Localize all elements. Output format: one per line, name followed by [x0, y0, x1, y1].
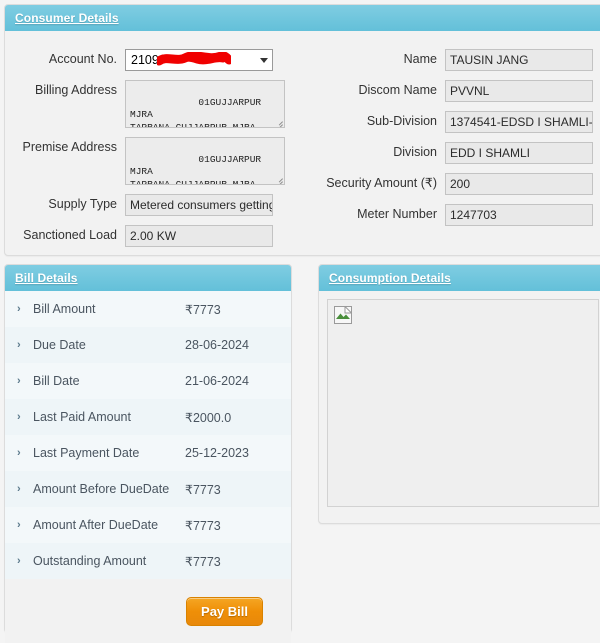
- field-label-name: Name: [403, 52, 437, 66]
- chevron-right-icon: ›: [17, 375, 21, 387]
- consumer-left-column: Account No. 2109 Billing Address 01GUJJA…: [5, 49, 297, 256]
- chevron-right-icon: ›: [17, 339, 21, 351]
- chevron-down-icon: [260, 57, 268, 63]
- bill-row-label: Due Date: [33, 338, 86, 352]
- bill-details-body: › Bill Amount ₹7773 › Due Date 28-06-202…: [5, 291, 291, 643]
- field-label-billing-address: Billing Address: [35, 83, 117, 97]
- sanctioned-load-input[interactable]: 2.00 KW: [125, 225, 273, 247]
- meter-number-input[interactable]: 1247703: [445, 204, 593, 226]
- field-label-discom-name: Discom Name: [358, 83, 438, 97]
- bill-row-value: 28-06-2024: [185, 338, 249, 352]
- field-billing-address: Billing Address 01GUJJARPUR MJRA TAPRANA…: [5, 80, 297, 128]
- field-label-sanctioned-load: Sanctioned Load: [23, 228, 117, 242]
- chevron-right-icon: ›: [17, 519, 21, 531]
- chevron-right-icon: ›: [17, 303, 21, 315]
- consumer-right-column: Name TAUSIN JANG Discom Name PVVNL Sub-D…: [297, 49, 597, 256]
- sub-division-input[interactable]: 1374541-EDSD I SHAMLI-I: [445, 111, 593, 133]
- bill-row-value: ₹7773: [185, 554, 221, 569]
- bill-details-title: Bill Details: [15, 271, 78, 285]
- table-row: › Amount Before DueDate ₹7773: [5, 471, 291, 507]
- broken-image-icon: [334, 306, 352, 324]
- field-sub-division: Sub-Division 1374541-EDSD I SHAMLI-I: [297, 111, 597, 133]
- consumption-details-panel: Consumption Details: [318, 264, 600, 524]
- field-supply-type: Supply Type Metered consumers getting: [5, 194, 297, 216]
- supply-type-input[interactable]: Metered consumers getting: [125, 194, 273, 216]
- bill-footer: Pay Bill: [5, 579, 291, 643]
- account-no-value: 2109: [131, 53, 159, 67]
- resize-grip-icon[interactable]: [274, 117, 283, 127]
- table-row: › Last Paid Amount ₹2000.0: [5, 399, 291, 435]
- bill-row-label: Last Payment Date: [33, 446, 140, 460]
- field-meter-number: Meter Number 1247703: [297, 204, 597, 226]
- consumption-details-body: [319, 291, 600, 515]
- field-division: Division EDD I SHAMLI: [297, 142, 597, 164]
- field-label-premise-address: Premise Address: [22, 140, 117, 154]
- field-label-meter-number: Meter Number: [357, 207, 437, 221]
- field-label-security-amount: Security Amount (₹): [326, 176, 437, 190]
- bill-row-value: ₹7773: [185, 302, 221, 317]
- field-account-no: Account No. 2109: [5, 49, 297, 71]
- chevron-right-icon: ›: [17, 411, 21, 423]
- bill-details-panel: Bill Details › Bill Amount ₹7773 › Due D…: [4, 264, 292, 643]
- bill-row-value: ₹7773: [185, 482, 221, 497]
- redaction-mark: [157, 52, 231, 66]
- consumer-details-panel: Consumer Details Account No. 2109 Billin…: [4, 4, 600, 256]
- consumption-details-title: Consumption Details: [329, 271, 451, 285]
- field-label-account-no: Account No.: [48, 52, 117, 66]
- bill-row-value: ₹2000.0: [185, 410, 232, 425]
- chevron-right-icon: ›: [17, 483, 21, 495]
- table-row: › Outstanding Amount ₹7773: [5, 543, 291, 579]
- account-no-select[interactable]: 2109: [125, 49, 273, 71]
- bill-details-header: Bill Details: [5, 265, 291, 291]
- table-row: › Due Date 28-06-2024: [5, 327, 291, 363]
- discom-name-input[interactable]: PVVNL: [445, 80, 593, 102]
- security-amount-input[interactable]: 200: [445, 173, 593, 195]
- field-security-amount: Security Amount (₹) 200: [297, 173, 597, 195]
- bill-row-label: Bill Amount: [33, 302, 96, 316]
- table-row: › Bill Amount ₹7773: [5, 291, 291, 327]
- field-premise-address: Premise Address 01GUJJARPUR MJRA TAPRANA…: [5, 137, 297, 185]
- bill-row-label: Bill Date: [33, 374, 80, 388]
- bill-row-label: Last Paid Amount: [33, 410, 131, 424]
- bill-row-value: 21-06-2024: [185, 374, 249, 388]
- chevron-right-icon: ›: [17, 447, 21, 459]
- table-row: › Amount After DueDate ₹7773: [5, 507, 291, 543]
- table-row: › Last Payment Date 25-12-2023: [5, 435, 291, 471]
- field-label-sub-division: Sub-Division: [366, 114, 437, 128]
- premise-address-textarea[interactable]: 01GUJJARPUR MJRA TAPRANA GUJJARPUR MJRA …: [125, 137, 285, 185]
- bill-row-label: Outstanding Amount: [33, 554, 147, 568]
- consumption-chart-area: [327, 299, 599, 507]
- division-input[interactable]: EDD I SHAMLI: [445, 142, 593, 164]
- billing-address-textarea[interactable]: 01GUJJARPUR MJRA TAPRANA GUJJARPUR MJRA …: [125, 80, 285, 128]
- consumer-details-body: Account No. 2109 Billing Address 01GUJJA…: [5, 31, 600, 256]
- field-discom-name: Discom Name PVVNL: [297, 80, 597, 102]
- billing-address-value: 01GUJJARPUR MJRA TAPRANA GUJJARPUR MJRA …: [130, 96, 262, 128]
- bill-row-value: 25-12-2023: [185, 446, 249, 460]
- resize-grip-icon[interactable]: [274, 174, 283, 184]
- bill-row-label: Amount After DueDate: [33, 518, 159, 532]
- field-label-supply-type: Supply Type: [48, 197, 117, 211]
- bill-row-value: ₹7773: [185, 518, 221, 533]
- name-input[interactable]: TAUSIN JANG: [445, 49, 593, 71]
- premise-address-value: 01GUJJARPUR MJRA TAPRANA GUJJARPUR MJRA …: [130, 153, 262, 185]
- field-sanctioned-load: Sanctioned Load 2.00 KW: [5, 225, 297, 247]
- table-row: › Bill Date 21-06-2024: [5, 363, 291, 399]
- chevron-right-icon: ›: [17, 555, 21, 567]
- bill-row-label: Amount Before DueDate: [33, 482, 170, 496]
- consumption-details-header: Consumption Details: [319, 265, 600, 291]
- consumer-details-title: Consumer Details: [15, 11, 119, 25]
- field-name: Name TAUSIN JANG: [297, 49, 597, 71]
- consumer-details-header: Consumer Details: [5, 5, 600, 31]
- pay-bill-button[interactable]: Pay Bill: [186, 596, 263, 626]
- field-label-division: Division: [393, 145, 437, 159]
